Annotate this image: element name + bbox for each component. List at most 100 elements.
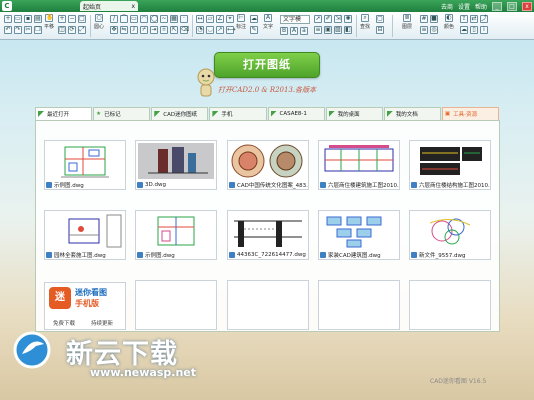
rotate-icon[interactable]: ⟳	[68, 26, 76, 34]
polyline-icon[interactable]: ⌒	[120, 15, 128, 23]
cut-icon[interactable]: ✂	[24, 26, 32, 34]
tab-recent[interactable]: 最近打开	[35, 107, 93, 120]
arc-length-icon[interactable]: ◡	[206, 26, 214, 34]
monitor-icon[interactable]: ▢	[376, 15, 384, 23]
save-icon[interactable]: ▪	[24, 15, 32, 23]
help-link[interactable]: 帮助	[475, 2, 487, 11]
promo-update-link[interactable]: 持续更新	[91, 319, 113, 327]
tab-starred[interactable]: ★ 已标记	[93, 107, 151, 120]
extend-icon[interactable]: ⇥	[150, 26, 158, 34]
file-thumbnail[interactable]: 示例图.dwg	[135, 210, 217, 260]
pan-tool[interactable]: ✋ 平移	[44, 14, 54, 38]
mobile-app-promo[interactable]: 迷 迷你看图 手机版 免费下载 持续更新	[44, 282, 126, 330]
scale-icon[interactable]: ⇱	[170, 26, 178, 34]
export-icon[interactable]: ⇪	[460, 15, 468, 23]
zoom-out-icon[interactable]: −	[68, 15, 76, 23]
zoom-extents-icon[interactable]: □	[78, 15, 86, 23]
file-thumbnail[interactable]: 六层商住楼建筑施工图2010...	[318, 140, 400, 190]
info-icon[interactable]: i	[480, 26, 488, 34]
color-tool[interactable]: ◐ 颜色	[444, 14, 454, 38]
file-thumbnail[interactable]: 园林全套施工图.dwg	[44, 210, 126, 260]
point-icon[interactable]: ·	[180, 15, 188, 23]
lineweight-icon[interactable]: ≡	[420, 26, 428, 34]
array-icon[interactable]: ⠿	[160, 26, 168, 34]
undo-icon[interactable]: ↶	[4, 26, 12, 34]
open-drawing-button[interactable]: 打开图纸	[214, 52, 320, 78]
snap-icon[interactable]: ◎	[430, 26, 438, 34]
file-thumbnail[interactable]: 家装CAD建筑图.dwg	[318, 210, 400, 260]
new-file-icon[interactable]: +	[4, 15, 12, 23]
tab-close-icon[interactable]: x	[131, 3, 135, 10]
copy-icon[interactable]: ❐	[34, 26, 42, 34]
coordinate-icon[interactable]: ⌖	[226, 15, 234, 23]
pen-icon[interactable]: ✎	[250, 26, 258, 34]
minimize-button[interactable]: _	[492, 1, 502, 11]
compare-icon[interactable]: ⊟	[376, 26, 384, 34]
tab-phone[interactable]: 手机	[209, 107, 267, 120]
zoom-in-icon[interactable]: +	[58, 15, 66, 23]
angle-icon[interactable]: ∠	[216, 15, 224, 23]
spline-icon[interactable]: ~	[160, 15, 168, 23]
background-icon[interactable]: ■	[430, 15, 438, 23]
file-thumbnail[interactable]: 新文件_9557.dwg	[409, 210, 491, 260]
convert-icon[interactable]: ⇄	[470, 15, 478, 23]
fill-icon[interactable]: ◧	[344, 26, 352, 34]
select-icon[interactable]: ➚	[314, 15, 322, 23]
mirror-icon[interactable]: ⇋	[120, 26, 128, 34]
maximize-button[interactable]: □	[507, 1, 517, 11]
redo-icon[interactable]: ↷	[14, 26, 22, 34]
open-folder-icon[interactable]: ▭	[14, 15, 22, 23]
hatch-icon[interactable]: ▦	[170, 15, 178, 23]
tab-documents[interactable]: 我的文档	[383, 107, 441, 120]
tab-desktop[interactable]: 我的桌面	[325, 107, 383, 120]
explode-icon[interactable]: ✺	[344, 15, 352, 23]
grid-icon[interactable]: #	[420, 15, 428, 23]
dimension-icon[interactable]: ⟷	[226, 26, 236, 34]
file-thumbnail[interactable]: 44363C_722614477.dwg	[227, 210, 309, 260]
arc-icon[interactable]: ◠	[140, 15, 148, 23]
text-color-icon[interactable]: A	[290, 27, 298, 35]
bold-icon[interactable]: B	[280, 27, 288, 35]
block-icon[interactable]: ▣	[324, 26, 332, 34]
zoom-window-icon[interactable]: ◫	[58, 26, 66, 34]
dimension-tool[interactable]: ⊢ 标注	[236, 14, 246, 38]
distance-icon[interactable]: ↔	[196, 15, 204, 23]
find-tool[interactable]: ⌕ 查找	[360, 14, 370, 38]
fullscreen-icon[interactable]: ⤢	[78, 26, 86, 34]
move-icon[interactable]: ✥	[110, 26, 118, 34]
print-icon[interactable]: ▤	[34, 15, 42, 23]
promo-download-link[interactable]: 免费下载	[53, 319, 75, 327]
phone-icon[interactable]: ▯	[470, 26, 478, 34]
offset-icon[interactable]: ⫽	[130, 26, 138, 34]
line-icon[interactable]: /	[110, 15, 118, 23]
ellipse-icon[interactable]: ◯	[150, 15, 158, 23]
text-style-select[interactable]: 文字模	[280, 15, 310, 24]
mall-link[interactable]: 去商	[441, 2, 453, 11]
circle-tool[interactable]: ○ 圆心	[94, 14, 104, 38]
tab-casae[interactable]: CASAE8-1	[267, 107, 325, 120]
layer-icon[interactable]: ≡	[314, 26, 322, 34]
stretch-icon[interactable]: ⇲	[334, 15, 342, 23]
area-icon[interactable]: ▱	[206, 15, 214, 23]
pattern-icon[interactable]: ▨	[334, 26, 342, 34]
tab-start-page[interactable]: 起始页 x	[80, 1, 138, 11]
text-tool[interactable]: A 文字	[263, 14, 273, 38]
brush-icon[interactable]: ✐	[324, 15, 332, 23]
file-thumbnail[interactable]: CAD中国传统文化图案_483...	[227, 140, 309, 190]
cloud-icon[interactable]: ☁	[250, 15, 258, 23]
cloud-save-icon[interactable]: ☁	[460, 26, 468, 34]
radius-icon[interactable]: ◔	[196, 26, 204, 34]
file-thumbnail[interactable]: 3D.dwg	[135, 140, 217, 190]
settings-link[interactable]: 设置	[458, 2, 470, 11]
erase-icon[interactable]: ⌫	[180, 26, 189, 34]
close-button[interactable]: x	[522, 1, 532, 11]
file-thumbnail[interactable]: 六层商住楼结构施工图2010...	[409, 140, 491, 190]
tab-tools-resources[interactable]: ▣ 工具-资源	[441, 107, 499, 120]
share-icon[interactable]: ⤴	[480, 15, 488, 23]
leader-icon[interactable]: ↗	[216, 26, 224, 34]
layer-tool[interactable]: ≣ 图层	[402, 14, 412, 38]
trim-icon[interactable]: ⌿	[140, 26, 148, 34]
file-thumbnail[interactable]: 示例图.dwg	[44, 140, 126, 190]
tab-cad-mini[interactable]: CAD迷你图纸	[151, 107, 209, 120]
text-size-icon[interactable]: a	[300, 27, 308, 35]
